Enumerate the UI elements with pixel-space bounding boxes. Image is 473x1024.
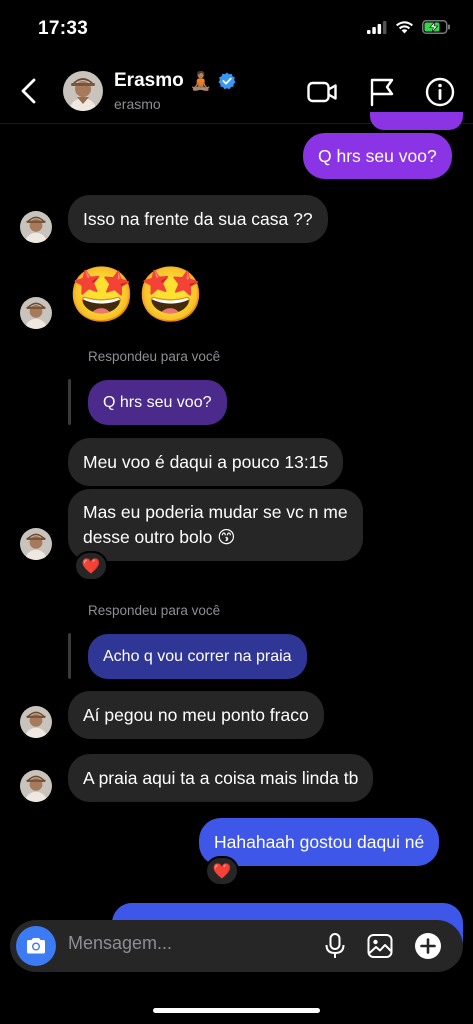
message-text-line2: desse outro bolo 😙	[83, 527, 236, 547]
incoming-message[interactable]: A praia aqui ta a coisa mais linda tb	[68, 754, 374, 802]
info-icon[interactable]	[424, 76, 456, 108]
outgoing-message[interactable]: Hahahaah gostou daqui né	[199, 818, 440, 866]
message-text: Q hrs seu voo?	[318, 145, 437, 166]
flag-icon[interactable]	[366, 76, 398, 108]
reply-bar	[68, 633, 71, 679]
incoming-message[interactable]: Aí pegou no meu ponto fraco	[68, 691, 324, 739]
gallery-icon[interactable]	[366, 932, 394, 960]
quote-text: Acho q vou correr na praia	[103, 647, 292, 665]
verified-badge-icon	[218, 72, 236, 90]
cellular-signal-icon	[367, 20, 387, 34]
incoming-message[interactable]: Isso na frente da sua casa ??	[68, 195, 328, 243]
camera-button[interactable]	[16, 926, 56, 966]
camera-icon	[27, 938, 45, 954]
message-text: Isso na frente da sua casa ??	[83, 208, 313, 229]
avatar[interactable]	[20, 706, 52, 738]
message-text: Meu voo é daqui a pouco 13:15	[83, 451, 329, 472]
microphone-icon[interactable]	[321, 932, 349, 960]
replied-message-quote[interactable]: Acho q vou correr na praia	[88, 634, 307, 679]
reply-label: Respondeu para você	[88, 603, 221, 618]
avatar[interactable]	[20, 770, 52, 802]
contact-name-emoji: 🧘🏽	[189, 70, 213, 91]
message-text: Aí pegou no meu ponto fraco	[83, 704, 309, 725]
outgoing-message[interactable]: Q hrs seu voo?	[303, 133, 452, 179]
partial-message-bubble[interactable]	[370, 112, 463, 130]
quote-text: Q hrs seu voo?	[103, 393, 212, 411]
incoming-message[interactable]: Meu voo é daqui a pouco 13:15	[68, 438, 344, 486]
message-text: Hahahaah gostou daqui né	[214, 831, 425, 852]
status-bar: 17:33	[0, 0, 473, 56]
home-indicator	[153, 1008, 320, 1013]
contact-name: Erasmo	[114, 70, 184, 91]
incoming-message[interactable]: Mas eu poderia mudar se vc n me desse ou…	[68, 489, 363, 561]
heart-reaction[interactable]: ❤️	[205, 856, 239, 886]
plus-icon[interactable]	[414, 932, 442, 960]
contact-name-row[interactable]: Erasmo 🧘🏽	[114, 70, 236, 92]
message-input[interactable]: Mensagem...	[68, 933, 172, 954]
replied-message-quote[interactable]: Q hrs seu voo?	[88, 380, 227, 425]
avatar[interactable]	[20, 528, 52, 560]
avatar[interactable]	[20, 297, 52, 329]
emoji-message[interactable]: 🤩🤩	[68, 262, 206, 328]
reply-label: Respondeu para você	[88, 349, 221, 364]
message-text-line1: Mas eu poderia mudar se vc n me	[83, 502, 348, 522]
battery-charging-icon	[422, 20, 450, 34]
contact-username: erasmo	[114, 96, 161, 112]
message-composer: Mensagem...	[10, 920, 463, 972]
message-text: A praia aqui ta a coisa mais linda tb	[83, 767, 359, 788]
contact-avatar[interactable]	[63, 71, 103, 111]
back-arrow-icon[interactable]	[16, 76, 44, 106]
reply-bar	[68, 379, 71, 425]
wifi-icon	[396, 21, 413, 34]
status-time: 17:33	[38, 18, 89, 39]
avatar[interactable]	[20, 211, 52, 243]
status-icons	[367, 20, 451, 34]
video-camera-icon[interactable]	[306, 76, 338, 108]
heart-reaction[interactable]: ❤️	[74, 551, 108, 581]
